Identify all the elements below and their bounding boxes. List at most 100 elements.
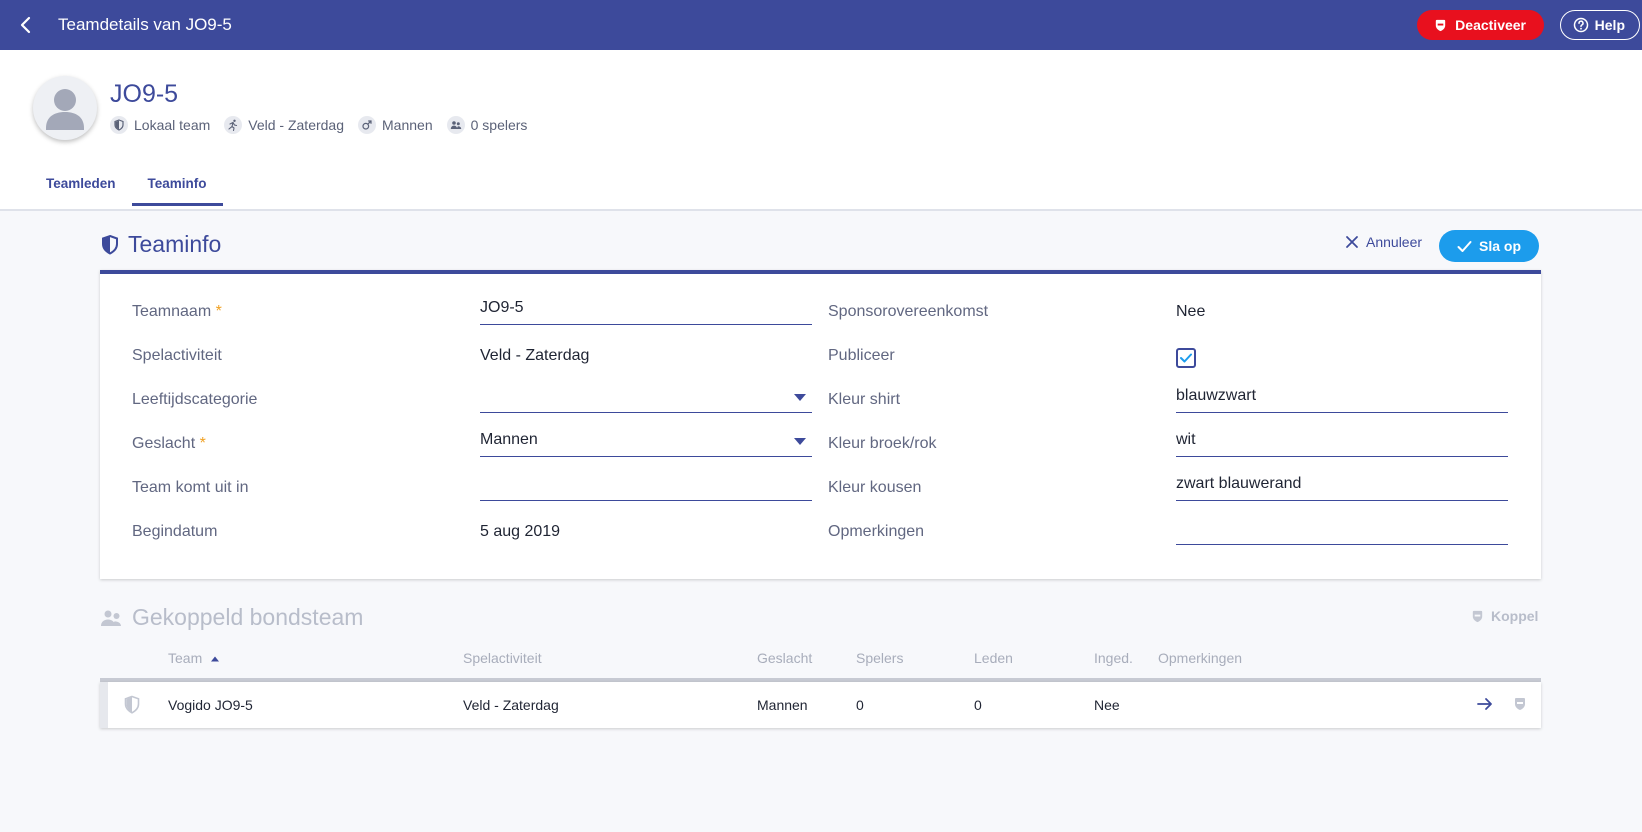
help-button[interactable]: Help — [1559, 10, 1640, 40]
players-icon — [446, 116, 465, 134]
column-header-leden[interactable]: Leden — [974, 650, 1013, 666]
teaminfo-form: Teamnaam * JO9-5 Spelactiviteit Veld - Z… — [100, 270, 1541, 579]
form-row-kleur-shirt: Kleur shirt blauwzwart — [820, 382, 1540, 422]
spelactiviteit-value: Veld - Zaterdag — [480, 347, 590, 364]
bondsteam-table-header: Team Spelactiviteit Geslacht Spelers Led… — [100, 648, 1541, 682]
avatar — [33, 76, 97, 140]
field-label: Begindatum — [132, 523, 218, 540]
field-label: Publiceer — [828, 347, 895, 364]
koppel-button[interactable]: Koppel — [1470, 608, 1538, 624]
sort-asc-icon — [211, 656, 220, 662]
caret-down-icon — [794, 438, 806, 445]
arrow-right-icon[interactable] — [1476, 695, 1494, 716]
running-icon — [224, 116, 243, 134]
label-text: Teamnaam — [132, 303, 212, 320]
meta-label: 0 spelers — [470, 117, 528, 133]
column-header-opmerkingen[interactable]: Opmerkingen — [1158, 650, 1242, 666]
meta-label: Mannen — [382, 117, 433, 133]
form-row-teamnaam: Teamnaam * JO9-5 — [100, 294, 820, 334]
select-value: Mannen — [480, 431, 538, 448]
team-name: JO9-5 — [110, 80, 179, 108]
field-label: Sponsorovereenkomst — [828, 303, 989, 320]
cancel-button[interactable]: Annuleer — [1345, 234, 1422, 250]
required-marker: * — [215, 303, 222, 320]
kleur-shirt-field[interactable]: blauwzwart — [1176, 382, 1508, 413]
column-header-spelers[interactable]: Spelers — [856, 650, 903, 666]
check-icon — [1180, 353, 1192, 363]
close-icon — [1346, 236, 1358, 248]
form-row-kleur-kousen: Kleur kousen zwart blauwerand — [820, 470, 1540, 510]
shield-icon — [110, 116, 128, 134]
opmerkingen-field[interactable] — [1176, 514, 1508, 545]
form-row-sponsorovereenkomst: Sponsorovereenkomst Nee — [820, 294, 1540, 334]
teaminfo-section-title: Teaminfo — [100, 231, 221, 258]
field-label: Team komt uit in — [132, 479, 249, 496]
shield-icon — [123, 695, 141, 718]
male-icon — [358, 116, 377, 134]
column-header-geslacht[interactable]: Geslacht — [757, 650, 812, 666]
tabs: Teamleden Teaminfo — [30, 168, 223, 206]
user-icon — [46, 89, 84, 130]
leeftijdscategorie-select[interactable] — [480, 382, 812, 413]
field-label: Leeftijdscategorie — [132, 391, 258, 408]
deactivate-label: Deactiveer — [1455, 17, 1526, 33]
meta-label: Veld - Zaterdag — [248, 117, 345, 133]
cell-team: Vogido JO9-5 — [168, 697, 253, 713]
form-row-publiceer: Publiceer — [820, 338, 1540, 378]
sponsorovereenkomst-value: Nee — [1176, 303, 1206, 320]
cell-spelers: 0 — [856, 697, 864, 713]
check-icon — [1457, 240, 1472, 252]
section-title-label: Teaminfo — [128, 231, 222, 257]
form-row-leeftijdscategorie: Leeftijdscategorie — [100, 382, 820, 422]
column-header-team[interactable]: Team — [168, 650, 220, 666]
field-label: Kleur kousen — [828, 479, 922, 496]
koppel-label: Koppel — [1491, 608, 1539, 624]
table-row[interactable]: Vogido JO9-5 Veld - Zaterdag Mannen 0 0 … — [100, 682, 1541, 728]
kleur-kousen-field[interactable]: zwart blauwerand — [1176, 470, 1508, 501]
field-label: Teamnaam * — [132, 303, 222, 321]
field-label: Kleur shirt — [828, 391, 901, 408]
meta-gender: Mannen — [358, 116, 433, 134]
tab-teamleden[interactable]: Teamleden — [30, 168, 132, 206]
form-row-begindatum: Begindatum 5 aug 2019 — [100, 514, 820, 554]
form-row-spelactiviteit: Spelactiviteit Veld - Zaterdag — [100, 338, 820, 378]
top-bar: Teamdetails van JO9-5 Deactiveer Help — [0, 0, 1642, 50]
team-header: JO9-5 Lokaal team Veld - Zaterdag Mannen… — [0, 50, 1642, 211]
column-header-spelactiviteit[interactable]: Spelactiviteit — [463, 650, 542, 666]
column-header-inged[interactable]: Inged. — [1094, 650, 1133, 666]
save-label: Sla op — [1478, 238, 1521, 254]
cancel-label: Annuleer — [1366, 234, 1423, 250]
field-label: Opmerkingen — [828, 523, 925, 540]
cell-spelactiviteit: Veld - Zaterdag — [463, 697, 559, 713]
shield-icon — [102, 234, 118, 255]
meta-activity: Veld - Zaterdag — [224, 116, 344, 134]
shield-unlink-icon[interactable] — [1512, 696, 1528, 715]
tab-teaminfo[interactable]: Teaminfo — [131, 168, 223, 206]
page-title: Teamdetails van JO9-5 — [58, 15, 232, 34]
geslacht-select[interactable]: Mannen — [480, 426, 812, 457]
back-button[interactable] — [14, 13, 38, 37]
field-label: Kleur broek/rok — [828, 435, 937, 452]
meta-players: 0 spelers — [446, 116, 528, 134]
required-marker: * — [199, 435, 206, 452]
field-label: Spelactiviteit — [132, 347, 222, 364]
meta-team-type: Lokaal team — [110, 116, 210, 134]
save-button[interactable]: Sla op — [1439, 230, 1539, 262]
shield-link-icon — [1472, 610, 1483, 622]
bondsteam-section-title: Gekoppeld bondsteam — [100, 604, 363, 631]
cell-leden: 0 — [974, 697, 982, 713]
publiceer-checkbox[interactable] — [1176, 348, 1196, 368]
cell-geslacht: Mannen — [757, 697, 808, 713]
caret-down-icon — [794, 394, 806, 401]
meta-label: Lokaal team — [134, 117, 211, 133]
teamnaam-field[interactable]: JO9-5 — [480, 294, 812, 325]
deactivate-button[interactable]: Deactiveer — [1417, 10, 1544, 40]
team-meta: Lokaal team Veld - Zaterdag Mannen 0 spe… — [110, 116, 527, 134]
shield-off-icon — [1435, 19, 1446, 31]
column-label: Team — [168, 650, 203, 666]
kleur-broek-field[interactable]: wit — [1176, 426, 1508, 457]
team-komt-uit-in-field[interactable] — [480, 470, 812, 501]
begindatum-value: 5 aug 2019 — [480, 523, 561, 540]
form-row-geslacht: Geslacht * Mannen — [100, 426, 820, 466]
cell-inged: Nee — [1094, 697, 1120, 713]
